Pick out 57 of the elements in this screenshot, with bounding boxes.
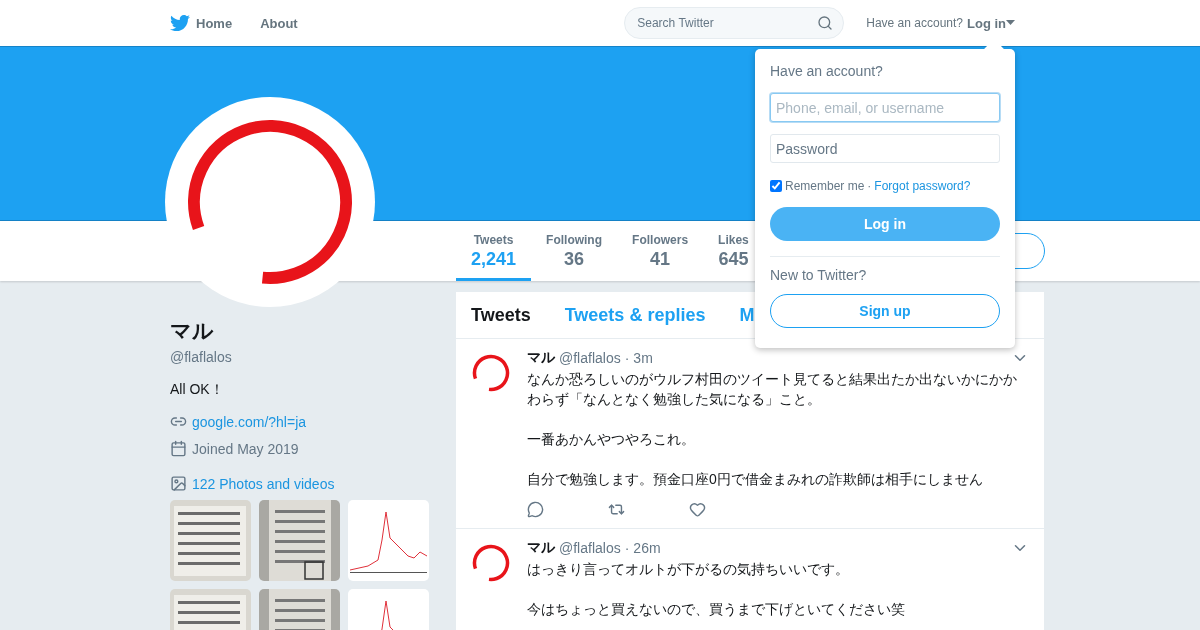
nav-link[interactable]: About bbox=[260, 15, 298, 31]
stat-tab[interactable]: Tweets 2,241 bbox=[456, 221, 532, 281]
reply-icon[interactable] bbox=[527, 501, 544, 518]
stat-tab[interactable]: Followers 41 bbox=[617, 221, 704, 281]
joined-date: Joined May 2019 bbox=[192, 440, 299, 457]
signup-button[interactable]: Sign up bbox=[770, 294, 1000, 328]
tweet-author: マル bbox=[527, 349, 555, 367]
stat-count: 41 bbox=[650, 249, 671, 270]
stat-count: 2,241 bbox=[471, 249, 517, 270]
bird-icon bbox=[170, 13, 190, 33]
remember-label: Remember me bbox=[785, 179, 865, 193]
tweet-author: マル bbox=[527, 539, 555, 557]
caret-icon[interactable] bbox=[1006, 20, 1015, 26]
tweet-handle: @flaflalos bbox=[559, 540, 621, 556]
image-icon bbox=[170, 475, 187, 492]
login-button[interactable]: Log in bbox=[770, 207, 1000, 241]
tweet-time[interactable]: 3m bbox=[633, 350, 653, 366]
forgot-password-link[interactable]: Forgot password? bbox=[874, 179, 971, 193]
tweet-text: なんか恐ろしいのがウルフ村田のツイート見てると結果出たか出ないかにかかわらず「なんとなく勉強した気になる」こと。 bbox=[527, 370, 1018, 409]
login-link[interactable]: Log in bbox=[967, 15, 1015, 31]
search-field[interactable]: Search Twitter bbox=[624, 7, 845, 39]
username-field[interactable]: Phone, email, or username bbox=[770, 93, 1000, 122]
search-icon[interactable] bbox=[817, 15, 834, 31]
stat-label: Likes bbox=[718, 233, 749, 247]
remember-checkbox[interactable] bbox=[770, 180, 782, 192]
stat-label: Tweets bbox=[473, 233, 514, 247]
separator-dot: · bbox=[624, 350, 630, 366]
password-field[interactable]: Password bbox=[770, 134, 1000, 163]
avatar bbox=[471, 543, 511, 583]
tweet-text: 自分で勉強します。預金口座0円で借金まみれの詐欺師は相手にしません bbox=[527, 470, 984, 489]
stat-count: 36 bbox=[564, 249, 585, 270]
nav-link[interactable]: Home bbox=[170, 13, 233, 33]
profile-name: マル bbox=[170, 318, 215, 344]
separator-dot: · bbox=[867, 179, 872, 193]
profile-bio: All OK！ bbox=[170, 381, 225, 399]
stat-label: Followers bbox=[632, 233, 689, 247]
profile-handle: @flaflalos bbox=[170, 349, 233, 365]
stat-count: 645 bbox=[718, 249, 749, 270]
tweet-time[interactable]: 26m bbox=[633, 540, 661, 556]
separator-dot: · bbox=[624, 540, 630, 556]
dropdown-title: Have an account? bbox=[770, 63, 884, 79]
tweet-text: 一番あかんやつやろこれ。 bbox=[527, 430, 696, 449]
avatar bbox=[471, 353, 511, 393]
tweet-text: はっきり言ってオルトが下がるの気持ちいいです。 bbox=[527, 560, 850, 579]
stat-tab[interactable]: Following 36 bbox=[531, 221, 618, 281]
tweet-handle: @flaflalos bbox=[559, 350, 621, 366]
profile-url[interactable]: google.com/?hl=ja bbox=[192, 413, 307, 430]
photos-link[interactable]: 122 Photos and videos bbox=[192, 475, 335, 492]
timeline-tab[interactable]: M bbox=[739, 304, 755, 326]
calendar-icon bbox=[170, 440, 187, 457]
timeline-tab[interactable]: Tweets bbox=[471, 304, 531, 326]
timeline-tab[interactable]: Tweets & replies bbox=[564, 304, 706, 326]
stat-label: Following bbox=[546, 233, 603, 247]
signup-prompt: New to Twitter? bbox=[770, 267, 868, 283]
heart-icon[interactable] bbox=[689, 501, 706, 518]
account-prompt: Have an account? bbox=[866, 16, 963, 30]
tweet-text: 今はちょっと買えないので、買うまで下げといてください笑 bbox=[527, 600, 906, 619]
